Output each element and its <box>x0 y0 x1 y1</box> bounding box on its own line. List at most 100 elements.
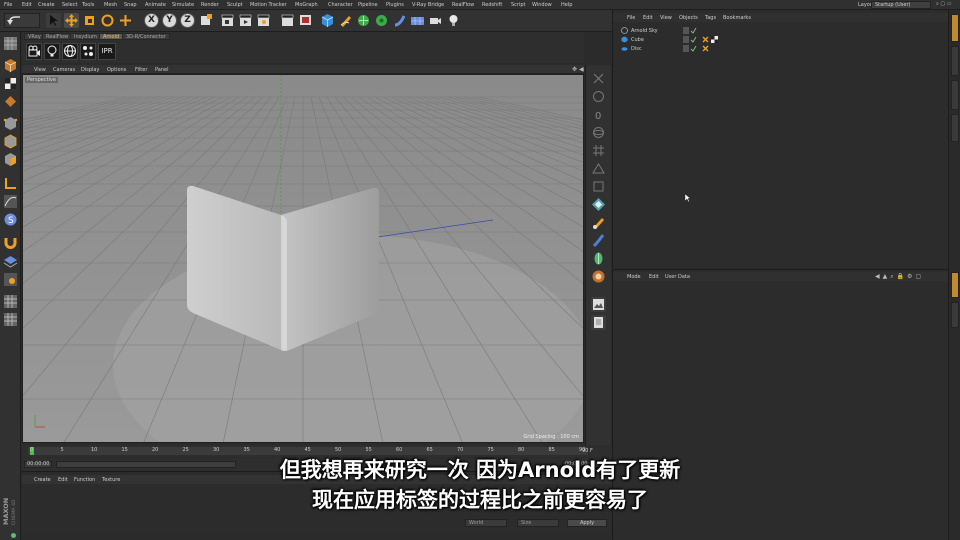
menu-edit[interactable]: Edit <box>22 2 32 8</box>
render-view-button[interactable] <box>220 13 235 28</box>
render-settings-button[interactable] <box>256 13 271 28</box>
object-menu-bookmarks[interactable]: Bookmarks <box>723 15 751 21</box>
arnold-number-button[interactable]: 0 <box>591 107 606 122</box>
perspective-viewport[interactable]: Perspective Grid Spacing : 100 cm <box>22 74 584 443</box>
render-region-button[interactable] <box>298 13 313 28</box>
viewport-menu-options[interactable]: Options <box>107 67 126 73</box>
content-browser-side-tab[interactable] <box>951 46 959 76</box>
viewport-menu-filter[interactable]: Filter <box>135 67 147 73</box>
menu-create[interactable]: Create <box>38 2 55 8</box>
attribute-menu-edit[interactable]: Edit <box>649 274 659 280</box>
menu-render[interactable]: Render <box>201 2 219 8</box>
model-mode-button[interactable] <box>3 58 18 73</box>
array-button[interactable] <box>374 13 389 28</box>
floor-button[interactable] <box>410 13 425 28</box>
visibility-toggle[interactable] <box>683 45 697 52</box>
timeline-ruler[interactable]: 0 5 10 15 20 25 30 35 40 45 50 55 60 65 70 75 80 85 90 <box>28 447 588 455</box>
menu-plugins[interactable]: Plugins <box>386 2 404 8</box>
tab-arnold[interactable]: Arnold <box>99 33 124 40</box>
arnold-render-view-button[interactable] <box>26 43 42 60</box>
structure-side-tab[interactable] <box>951 80 959 110</box>
light-button[interactable] <box>446 13 461 28</box>
viewport-menu-display[interactable]: Display <box>81 67 99 73</box>
x-axis-toggle[interactable]: X <box>144 13 159 28</box>
axis-mode-button[interactable] <box>3 176 18 191</box>
z-axis-toggle[interactable]: Z <box>180 13 195 28</box>
coordinate-system-button[interactable] <box>198 13 213 28</box>
arnold-curve-button[interactable] <box>591 233 606 248</box>
object-menu-tags[interactable]: Tags <box>705 15 716 21</box>
object-menu-file[interactable]: File <box>627 15 635 21</box>
attributes-side-tab[interactable] <box>951 272 959 298</box>
select-tool-button[interactable] <box>46 13 61 28</box>
menu-window[interactable]: Window <box>532 2 552 8</box>
magnet-button[interactable] <box>3 234 18 249</box>
object-tags[interactable] <box>702 36 720 43</box>
viewport-menu-view[interactable]: View <box>34 67 46 73</box>
menu-select[interactable]: Select <box>62 2 77 8</box>
make-editable-button[interactable] <box>3 36 18 51</box>
lock-workplane-button[interactable] <box>3 254 18 269</box>
arnold-ipr-button[interactable]: IPR <box>98 43 116 60</box>
menu-pipeline[interactable]: Pipeline <box>358 2 378 8</box>
scene-button[interactable] <box>591 71 606 86</box>
points-mode-button[interactable] <box>3 116 18 131</box>
attribute-menu-user-data[interactable]: User Data <box>665 274 690 280</box>
workplane-mode-button[interactable] <box>3 94 18 109</box>
tab-insydium[interactable]: Insydium <box>70 33 101 40</box>
texture-mode-button[interactable] <box>3 76 18 91</box>
arnold-mesh-button[interactable] <box>591 161 606 176</box>
object-row-arnold-sky[interactable]: Arnold Sky <box>617 26 947 35</box>
arnold-tag-button[interactable] <box>591 197 606 212</box>
object-row-disc[interactable]: Disc <box>617 44 947 53</box>
tab-realflow[interactable]: RealFlow <box>42 33 73 40</box>
render-picture-viewer-button[interactable] <box>238 13 253 28</box>
edges-mode-button[interactable] <box>3 134 18 149</box>
menu-simulate[interactable]: Simulate <box>172 2 194 8</box>
object-menu-edit[interactable]: Edit <box>643 15 653 21</box>
snap-button[interactable]: S <box>3 212 18 227</box>
menu-sculpt[interactable]: Sculpt <box>227 2 243 8</box>
move-tool-button[interactable] <box>64 13 79 28</box>
layer-side-tab[interactable] <box>951 302 959 328</box>
undo-button[interactable] <box>4 13 40 28</box>
deformer-button[interactable] <box>392 13 407 28</box>
menu-realflow[interactable]: RealFlow <box>452 2 474 8</box>
object-row-cube[interactable]: Cube <box>617 35 947 44</box>
arnold-particles-button[interactable] <box>80 43 96 60</box>
menu-v-ray-bridge[interactable]: V-Ray Bridge <box>412 2 444 8</box>
menu-animate[interactable]: Animate <box>145 2 166 8</box>
subdivision-button[interactable] <box>356 13 371 28</box>
menu-mograph[interactable]: MoGraph <box>295 2 318 8</box>
menu-character[interactable]: Character <box>328 2 353 8</box>
arnold-volume-button[interactable] <box>591 179 606 194</box>
arnold-brush-button[interactable] <box>591 215 606 230</box>
cube-object-button[interactable] <box>320 13 335 28</box>
arnold-leaf-button[interactable] <box>591 251 606 266</box>
menu-tools[interactable]: Tools <box>82 2 94 8</box>
tab-3d-r-connector[interactable]: 3D-R/Connector <box>122 33 170 40</box>
arnold-target-button[interactable] <box>591 269 606 284</box>
object-tags[interactable] <box>702 45 712 52</box>
arnold-grid-button[interactable] <box>591 143 606 158</box>
menu-snap[interactable]: Snap <box>124 2 137 8</box>
arnold-shader-button[interactable] <box>591 89 606 104</box>
menu-script[interactable]: Script <box>511 2 526 8</box>
viewport-grid-button[interactable] <box>3 312 18 327</box>
camera-button[interactable] <box>428 13 443 28</box>
menu-redshift[interactable]: Redshift <box>482 2 502 8</box>
menu-help[interactable]: Help <box>561 2 572 8</box>
object-menu-view[interactable]: View <box>660 15 672 21</box>
scale-tool-button[interactable] <box>82 13 97 28</box>
arnold-light-button[interactable] <box>44 43 60 60</box>
quantize-button[interactable] <box>3 272 18 287</box>
menu-file[interactable]: File <box>4 2 12 8</box>
visibility-toggle[interactable] <box>683 27 697 34</box>
viewport-menu-panel[interactable]: Panel <box>155 67 169 73</box>
grid-toggle-button[interactable] <box>3 294 18 309</box>
objects-side-tab[interactable] <box>951 14 959 42</box>
menu-mesh[interactable]: Mesh <box>104 2 117 8</box>
layout-dropdown[interactable]: Startup (User) <box>871 1 931 9</box>
size-mode-dropdown[interactable]: Size <box>517 519 559 527</box>
layers-side-tab[interactable] <box>951 114 959 142</box>
